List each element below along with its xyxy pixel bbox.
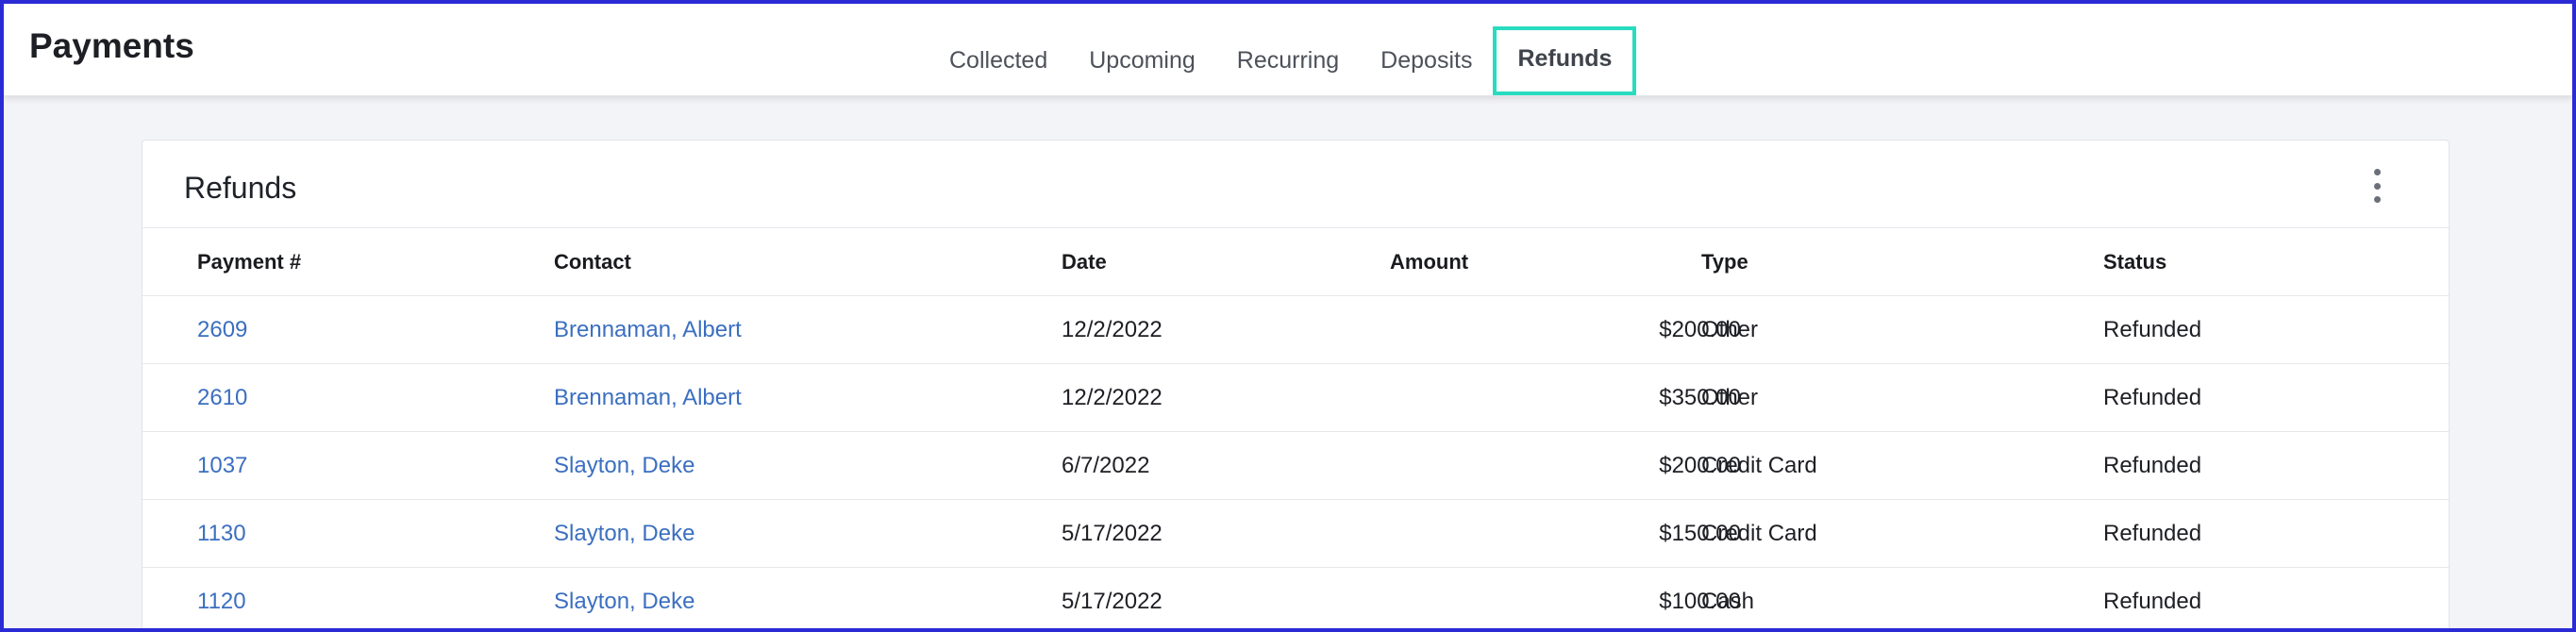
amount-cell: $350.00: [1659, 385, 1741, 410]
card-title: Refunds: [184, 171, 297, 205]
app-frame: Payments Collected Upcoming Recurring De…: [0, 0, 2576, 632]
column-header-date[interactable]: Date: [1062, 228, 1107, 296]
contact-link[interactable]: Slayton, Deke: [554, 500, 694, 568]
contact-link[interactable]: Brennaman, Albert: [554, 296, 742, 364]
kebab-dot: [2373, 182, 2381, 190]
status-cell: Refunded: [2103, 385, 2202, 410]
payment-tabs: Collected Upcoming Recurring Deposits Re…: [928, 26, 1637, 95]
refunds-card: Refunds Payment # Contact Date Amount Ty…: [142, 140, 2450, 628]
status-cell: Refunded: [2103, 589, 2202, 614]
status-cell: Refunded: [2103, 521, 2202, 546]
column-header-type[interactable]: Type: [1701, 228, 1748, 296]
date-cell: 12/2/2022: [1062, 317, 1163, 342]
tab-refunds[interactable]: Refunds: [1493, 26, 1637, 95]
column-header-contact[interactable]: Contact: [554, 228, 631, 296]
type-cell: Other: [1701, 317, 1759, 342]
column-header-payment[interactable]: Payment #: [197, 228, 301, 296]
kebab-dot: [2373, 196, 2381, 203]
tab-collected[interactable]: Collected: [928, 28, 1068, 95]
type-cell: Cash: [1701, 589, 1755, 614]
type-cell: Credit Card: [1701, 521, 1817, 546]
status-cell: Refunded: [2103, 453, 2202, 478]
date-cell: 5/17/2022: [1062, 521, 1163, 546]
table-row: 1130 Slayton, Deke 5/17/2022 $150.00 Cre…: [142, 499, 2449, 567]
table-header-row: Payment # Contact Date Amount Type Statu…: [142, 227, 2449, 295]
top-header: Payments Collected Upcoming Recurring De…: [4, 4, 2572, 96]
payment-number-link[interactable]: 2610: [197, 364, 247, 432]
table-row: 2609 Brennaman, Albert 12/2/2022 $200.00…: [142, 295, 2449, 363]
column-header-status[interactable]: Status: [2103, 228, 2166, 296]
type-cell: Other: [1701, 385, 1759, 410]
contact-link[interactable]: Slayton, Deke: [554, 432, 694, 500]
kebab-menu-icon[interactable]: [2366, 169, 2388, 203]
page-title: Payments: [29, 26, 194, 65]
amount-cell: $100.00: [1659, 589, 1741, 614]
amount-cell: $200.00: [1659, 317, 1741, 342]
tab-upcoming[interactable]: Upcoming: [1068, 28, 1216, 95]
payment-number-link[interactable]: 1130: [197, 500, 246, 568]
tab-deposits[interactable]: Deposits: [1360, 28, 1493, 95]
amount-cell: $150.00: [1659, 521, 1741, 546]
contact-link[interactable]: Brennaman, Albert: [554, 364, 742, 432]
type-cell: Credit Card: [1701, 453, 1817, 478]
payment-number-link[interactable]: 2609: [197, 296, 247, 364]
table-row: 2610 Brennaman, Albert 12/2/2022 $350.00…: [142, 363, 2449, 431]
table-row: 1120 Slayton, Deke 5/17/2022 $100.00 Cas…: [142, 567, 2449, 628]
payment-number-link[interactable]: 1037: [197, 432, 247, 500]
status-cell: Refunded: [2103, 317, 2202, 342]
date-cell: 5/17/2022: [1062, 589, 1163, 614]
contact-link[interactable]: Slayton, Deke: [554, 568, 694, 628]
amount-cell: $200.00: [1659, 453, 1741, 478]
kebab-dot: [2373, 169, 2381, 175]
refunds-table: Payment # Contact Date Amount Type Statu…: [142, 227, 2449, 628]
payment-number-link[interactable]: 1120: [197, 568, 246, 628]
date-cell: 12/2/2022: [1062, 385, 1163, 410]
tab-recurring[interactable]: Recurring: [1216, 28, 1360, 95]
column-header-amount[interactable]: Amount: [1390, 228, 1468, 296]
date-cell: 6/7/2022: [1062, 453, 1150, 478]
table-row: 1037 Slayton, Deke 6/7/2022 $200.00 Cred…: [142, 431, 2449, 499]
